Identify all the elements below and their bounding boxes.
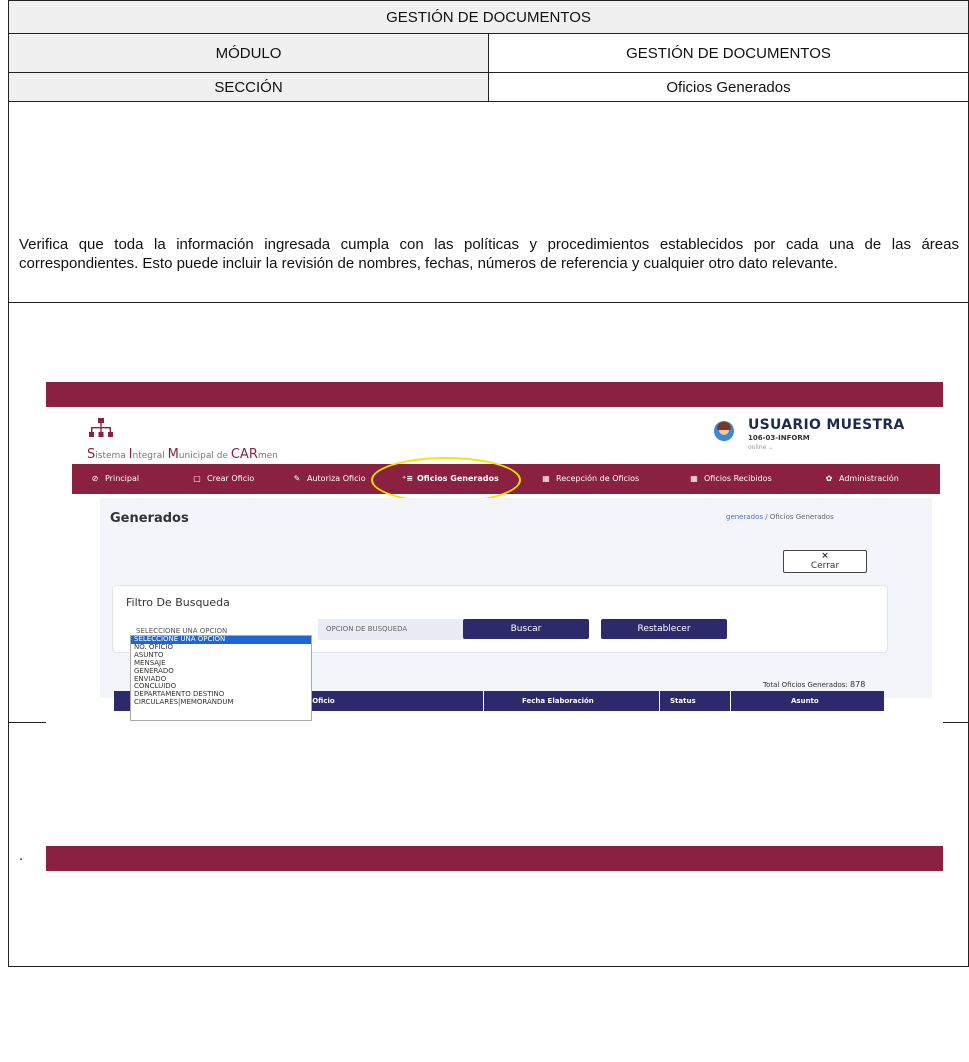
logo: Sistema Integral Municipal de CARmen (87, 418, 287, 462)
top-bar (46, 382, 943, 407)
description-section: Verifica que toda la información ingresa… (8, 102, 969, 303)
document: GESTIÓN DE DOCUMENTOS MÓDULO GESTIÓN DE … (8, 0, 969, 967)
document-title: GESTIÓN DE DOCUMENTOS (8, 0, 969, 34)
user-name: USUARIO MUESTRA (748, 417, 905, 433)
edit-icon: ✎ (293, 474, 301, 483)
column-status[interactable]: Status (670, 691, 696, 711)
close-icon: × (821, 551, 829, 561)
column-fecha-elaboracion[interactable]: Fecha Elaboración (522, 691, 594, 711)
description-text: Verifica que toda la información ingresa… (19, 236, 959, 272)
filter-title: Filtro De Busqueda (126, 596, 230, 609)
nav-item-autoriza-oficio[interactable]: ✎ Autoriza Oficio (292, 464, 366, 494)
module-label: MÓDULO (8, 33, 489, 73)
column-asunto[interactable]: Asunto (791, 691, 819, 711)
nav-item-principal[interactable]: ⊘ Principal (90, 464, 139, 494)
search-button[interactable]: Buscar (463, 619, 589, 639)
module-value: GESTIÓN DE DOCUMENTOS (488, 33, 969, 73)
user-menu[interactable]: USUARIO MUESTRA 106-03-INFORM online ⌄ (714, 417, 934, 457)
nav-item-administracion[interactable]: ✿ Administración (824, 464, 899, 494)
logo-text: Sistema Integral Municipal de CARmen (87, 447, 278, 462)
dropdown-option[interactable]: CIRCULARES|MEMORÁNDUM (131, 698, 311, 707)
gear-icon: ✿ (825, 474, 833, 483)
highlight-circle (371, 457, 521, 503)
avatar (714, 421, 734, 441)
screenshot-section: Sistema Integral Municipal de CARmen USU… (8, 303, 969, 871)
table-icon: ▦ (542, 474, 550, 483)
breadcrumb-link[interactable]: generados (726, 513, 763, 521)
search-input[interactable]: OPCION DE BUSQUEDA (318, 619, 466, 640)
search-option-dropdown: SELECCIONE UNA OPCION NO. OFICIO ASUNTO … (130, 635, 312, 721)
notes-section: . (8, 723, 969, 967)
org-chart-icon (89, 418, 113, 437)
header-table: GESTIÓN DE DOCUMENTOS MÓDULO GESTIÓN DE … (8, 0, 969, 102)
nav-item-crear-oficio[interactable]: ▢ Crear Oficio (192, 464, 254, 494)
document-icon: ▢ (193, 474, 201, 483)
nav-item-recepcion-oficios[interactable]: ▦ Recepción de Oficios (541, 464, 639, 494)
section-value: Oficios Generados (488, 72, 969, 102)
nav-item-oficios-recibidos[interactable]: ▦ Oficios Recibidos (689, 464, 772, 494)
page-title: Generados (110, 511, 189, 526)
footer-text: . (19, 847, 24, 864)
breadcrumb: generados / Oficios Generados (726, 513, 834, 521)
clock-icon: ⊘ (91, 474, 99, 483)
close-label: Cerrar (810, 561, 840, 571)
user-code: 106-03-INFORM (748, 434, 810, 442)
table-icon: ▦ (690, 474, 698, 483)
total-count: Total Oficios Generados: 878 (763, 680, 866, 689)
breadcrumb-current: Oficios Generados (769, 513, 834, 521)
reset-button[interactable]: Restablecer (601, 619, 727, 639)
section-label: SECCIÓN (8, 72, 489, 102)
user-status[interactable]: online ⌄ (748, 444, 773, 451)
close-button[interactable]: × Cerrar (783, 550, 867, 573)
